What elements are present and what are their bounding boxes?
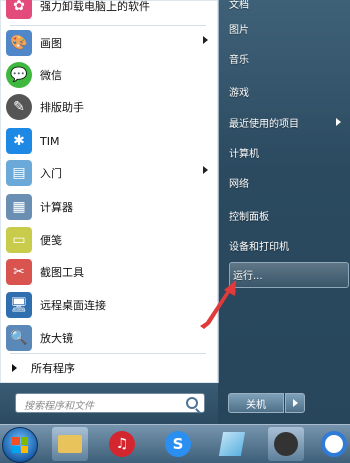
calculator-icon: ▦ — [6, 194, 32, 220]
netease-music-icon: ♫ — [109, 431, 135, 457]
shutdown-group: 关机 — [228, 393, 308, 413]
program-label: 远程桌面连接 — [40, 299, 106, 312]
programs-pane: ✿ 强力卸载电脑上的软件 🎨 画图 💬 微信 ✎ 排版助手 ✱ TIM ▤ 入门… — [0, 0, 219, 383]
place-label: 设备和打印机 — [229, 241, 289, 253]
tim-icon: ✱ — [6, 128, 32, 154]
place-item-pictures[interactable]: 图片 — [229, 16, 347, 40]
shutdown-button[interactable]: 关机 — [228, 393, 284, 413]
program-label: 计算器 — [40, 201, 73, 214]
place-item-recent[interactable]: 最近使用的项目 — [229, 110, 347, 134]
place-item-control-panel[interactable]: 控制面板 — [229, 203, 347, 227]
program-label: 放大镜 — [40, 332, 73, 345]
all-programs-button[interactable]: 所有程序 — [4, 356, 214, 380]
paint-icon: 🎨 — [6, 30, 32, 56]
program-label: 入门 — [40, 167, 62, 180]
shutdown-options-button[interactable] — [285, 393, 305, 413]
program-label: 便笺 — [40, 234, 62, 247]
place-item-computer[interactable]: 计算机 — [229, 140, 347, 164]
search-placeholder: 搜索程序和文件 — [24, 401, 94, 412]
program-label: 排版助手 — [40, 101, 84, 114]
sticky-notes-icon: ▭ — [6, 227, 32, 253]
taskbar: ♫ S — [0, 424, 350, 463]
taskbar-button[interactable] — [268, 427, 304, 461]
sogou-icon: S — [165, 431, 191, 457]
place-item-network[interactable]: 网络 — [229, 170, 347, 194]
remote-desktop-icon: 🖥 — [6, 292, 32, 318]
shutdown-label: 关机 — [246, 399, 266, 411]
search-icon[interactable] — [186, 397, 198, 409]
program-item[interactable]: 🔍 放大镜 — [4, 323, 214, 353]
submenu-arrow-icon — [336, 118, 341, 126]
program-label: 截图工具 — [40, 266, 84, 279]
windows-start-orb-icon[interactable] — [2, 427, 38, 463]
program-item[interactable]: 🎨 画图 — [4, 28, 214, 58]
program-item[interactable]: ▦ 计算器 — [4, 192, 214, 222]
snipping-tool-icon: ✂ — [6, 259, 32, 285]
search-input[interactable]: 搜索程序和文件 — [15, 393, 205, 413]
place-item-run[interactable]: 运行... — [233, 262, 350, 286]
program-item[interactable]: ▭ 便笺 — [4, 225, 214, 255]
getting-started-icon: ▤ — [6, 160, 32, 186]
program-item[interactable]: ✿ 强力卸载电脑上的软件 — [4, 0, 214, 21]
program-item[interactable]: ✂ 截图工具 — [4, 257, 214, 287]
magnifier-icon: 🔍 — [6, 325, 32, 351]
divider — [10, 353, 206, 354]
taskbar-button[interactable] — [318, 427, 350, 461]
program-item[interactable]: ✱ TIM — [4, 126, 214, 156]
place-item-documents[interactable]: 文档 — [229, 0, 347, 15]
taskbar-button[interactable]: S — [160, 427, 196, 461]
place-item-games[interactable]: 游戏 — [229, 79, 347, 103]
place-label: 图片 — [229, 24, 249, 36]
submenu-arrow-icon — [203, 166, 208, 174]
uninstall-icon: ✿ — [6, 0, 32, 19]
program-label: 强力卸载电脑上的软件 — [40, 0, 150, 13]
place-label: 文档 — [229, 0, 249, 11]
document-app-icon — [218, 432, 246, 456]
taskbar-button[interactable] — [52, 427, 88, 461]
place-label: 音乐 — [229, 54, 249, 66]
search-area: 搜索程序和文件 — [0, 383, 218, 424]
place-item-music[interactable]: 音乐 — [229, 46, 347, 70]
program-item[interactable]: 💬 微信 — [4, 60, 214, 90]
taskbar-button[interactable] — [214, 427, 250, 461]
all-programs-label: 所有程序 — [31, 362, 75, 375]
program-item[interactable]: ▤ 入门 — [4, 158, 214, 188]
program-item[interactable]: ✎ 排版助手 — [4, 92, 214, 122]
place-label: 网络 — [229, 178, 249, 190]
typesetting-icon: ✎ — [6, 94, 32, 120]
program-label: 画图 — [40, 37, 62, 50]
taskbar-button[interactable]: ♫ — [104, 427, 140, 461]
file-explorer-icon — [58, 435, 82, 453]
place-label: 运行... — [233, 270, 263, 282]
wechat-icon: 💬 — [6, 62, 32, 88]
program-label: TIM — [40, 134, 60, 148]
expand-arrow-icon — [12, 364, 17, 372]
place-item-devices-printers[interactable]: 设备和打印机 — [229, 233, 347, 257]
submenu-arrow-icon — [203, 36, 208, 44]
divider — [10, 25, 206, 26]
place-label: 最近使用的项目 — [229, 118, 299, 130]
start-menu: ✿ 强力卸载电脑上的软件 🎨 画图 💬 微信 ✎ 排版助手 ✱ TIM ▤ 入门… — [0, 0, 350, 424]
places-pane: 文档 图片 音乐 游戏 最近使用的项目 计算机 网络 控制面板 设备和打印机 运… — [219, 0, 350, 383]
place-label: 游戏 — [229, 87, 249, 99]
media-player-icon — [274, 432, 298, 456]
program-label: 微信 — [40, 69, 62, 82]
place-label: 计算机 — [229, 148, 259, 160]
program-item[interactable]: 🖥 远程桌面连接 — [4, 290, 214, 320]
place-label: 控制面板 — [229, 211, 269, 223]
chrome-icon — [321, 431, 347, 457]
